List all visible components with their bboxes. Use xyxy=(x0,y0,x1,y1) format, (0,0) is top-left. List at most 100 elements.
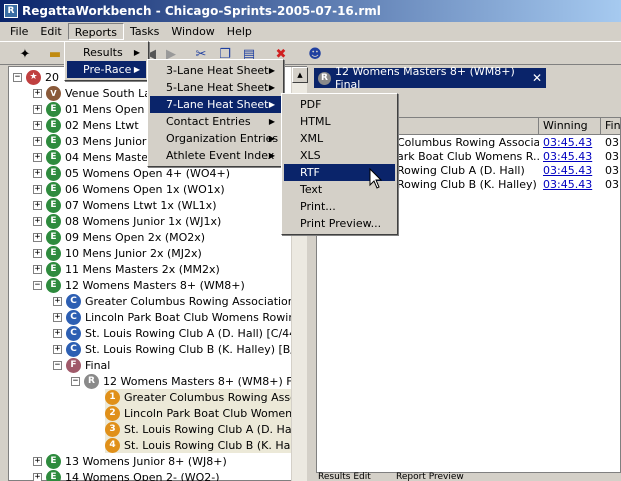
scroll-up-icon[interactable]: ▲ xyxy=(292,67,308,83)
menu-item-xls[interactable]: XLS xyxy=(284,147,395,164)
menu-item-contact-entries[interactable]: Contact Entries ▶ xyxy=(150,113,281,130)
expand-icon[interactable]: + xyxy=(53,296,62,306)
expand-icon[interactable]: + xyxy=(33,120,42,130)
grid-cell-winning-time[interactable]: 03:45.43 xyxy=(539,178,601,192)
grid-cell-finish-time[interactable]: 03: xyxy=(601,178,620,192)
tree-crew[interactable]: + C St. Louis Rowing Club A (D. Hall) [C… xyxy=(53,325,291,341)
expand-icon[interactable]: + xyxy=(33,216,42,226)
menu-help[interactable]: Help xyxy=(221,23,258,40)
tree-event[interactable]: + E 08 Womens Junior 1x (WJ1x) xyxy=(33,213,221,229)
tree-placing[interactable]: 4 St. Louis Rowing Club B (K. Halley) xyxy=(105,437,291,453)
collapse-icon[interactable]: − xyxy=(13,72,22,82)
expand-icon[interactable]: + xyxy=(33,152,42,162)
tree-placing[interactable]: 1 Greater Columbus Rowing Associatio xyxy=(105,389,291,405)
grid-cell-winning-time[interactable]: 03:45.43 xyxy=(539,164,601,178)
menu-item-3-lane-heat-sheet[interactable]: 3-Lane Heat Sheet ▶ xyxy=(150,62,281,79)
expand-icon[interactable]: + xyxy=(33,136,42,146)
tree-race[interactable]: − R 12 Womens Masters 8+ (WM8+) Final xyxy=(71,373,291,389)
event-icon: E xyxy=(46,197,61,213)
tree-root[interactable]: − ★ 20 xyxy=(13,69,59,85)
grid-cell-winning-time[interactable]: 03:45.43 xyxy=(539,150,601,164)
collapse-icon[interactable]: − xyxy=(33,280,42,290)
expand-icon[interactable]: + xyxy=(53,328,62,338)
grid-cell-crew[interactable]: Rowing Club B (K. Halley) xyxy=(393,178,539,192)
expand-icon[interactable]: + xyxy=(33,104,42,114)
expand-icon[interactable]: + xyxy=(33,472,42,481)
tree-event[interactable]: + E 11 Mens Masters 2x (MM2x) xyxy=(33,261,220,277)
race-document-tab[interactable]: R 12 Womens Masters 8+ (WM8+) Final ✕ xyxy=(314,65,546,91)
event-icon: E xyxy=(46,213,61,229)
menu-item-pdf[interactable]: PDF xyxy=(284,96,395,113)
expand-icon[interactable]: + xyxy=(33,264,42,274)
tree-event[interactable]: − E 12 Womens Masters 8+ (WM8+) xyxy=(33,277,245,293)
place-icon: 4 xyxy=(105,437,120,453)
tree-event[interactable]: + E 02 Mens Ltwt xyxy=(33,117,139,133)
user-icon[interactable]: ☻ xyxy=(306,45,324,63)
expand-icon[interactable]: + xyxy=(33,248,42,258)
tree-event[interactable]: + E 10 Mens Junior 2x (MJ2x) xyxy=(33,245,202,261)
menu-item-html[interactable]: HTML xyxy=(284,113,395,130)
tree-event[interactable]: + E 14 Womens Open 2- (WO2-) xyxy=(33,469,220,481)
menu-item-print[interactable]: Print... xyxy=(284,198,395,215)
tab-report-preview[interactable]: Report Preview xyxy=(396,473,464,481)
open-folder-icon[interactable]: ▬ xyxy=(46,45,64,63)
expand-icon[interactable]: + xyxy=(53,344,62,354)
column-header-finish[interactable]: Fini xyxy=(601,118,620,135)
menu-item-7-lane-heat-sheet[interactable]: 7-Lane Heat Sheet ▶ xyxy=(150,96,281,113)
venue-icon: V xyxy=(46,85,61,101)
tree-event[interactable]: + E 09 Mens Open 2x (MO2x) xyxy=(33,229,205,245)
tree-event[interactable]: + E 06 Womens Open 1x (WO1x) xyxy=(33,181,225,197)
menu-item-print-preview[interactable]: Print Preview... xyxy=(284,215,395,232)
race-icon: R xyxy=(84,373,99,389)
tab-results-edit[interactable]: Results Edit xyxy=(318,473,371,481)
menu-item-5-lane-heat-sheet[interactable]: 5-Lane Heat Sheet ▶ xyxy=(150,79,281,96)
expand-icon[interactable]: + xyxy=(33,456,42,466)
tree-event[interactable]: + E 04 Mens Maste xyxy=(33,149,148,165)
menu-reports[interactable]: Reports xyxy=(67,23,124,40)
menu-item-organization-entries[interactable]: Organization Entries ▶ xyxy=(150,130,281,147)
tree-event[interactable]: + E 13 Womens Junior 8+ (WJ8+) xyxy=(33,453,227,469)
expand-icon[interactable]: + xyxy=(33,168,42,178)
event-icon: E xyxy=(46,277,61,293)
tree-crew[interactable]: + C St. Louis Rowing Club B (K. Halley) … xyxy=(53,341,291,357)
menu-item-athlete-event-index[interactable]: Athlete Event Index ▶ xyxy=(150,147,281,164)
menu-tasks[interactable]: Tasks xyxy=(124,23,165,40)
tree-venue[interactable]: + V Venue South La xyxy=(33,85,151,101)
close-tab-icon[interactable]: ✕ xyxy=(532,71,542,85)
collapse-icon[interactable]: − xyxy=(71,376,80,386)
menu-item-results[interactable]: Results ▶ xyxy=(67,44,146,61)
grid-cell-winning-time[interactable]: 03:45.43 xyxy=(539,136,601,150)
column-header-winning[interactable]: Winning xyxy=(539,118,601,135)
place-icon: 3 xyxy=(105,421,120,437)
expand-icon[interactable]: + xyxy=(33,200,42,210)
menu-item-xml[interactable]: XML xyxy=(284,130,395,147)
event-icon: E xyxy=(46,261,61,277)
menu-edit[interactable]: Edit xyxy=(34,23,67,40)
tree-placing[interactable]: 2 Lincoln Park Boat Club Womens Row xyxy=(105,405,291,421)
expand-icon[interactable]: + xyxy=(33,232,42,242)
grid-cell-crew[interactable]: Rowing Club A (D. Hall) xyxy=(393,164,539,178)
menu-file[interactable]: File xyxy=(4,23,34,40)
tree-crew[interactable]: + C Lincoln Park Boat Club Womens Rowing… xyxy=(53,309,291,325)
new-document-icon[interactable]: ✦ xyxy=(16,45,34,63)
expand-icon[interactable]: + xyxy=(33,184,42,194)
tree-event[interactable]: + E 05 Womens Open 4+ (WO4+) xyxy=(33,165,230,181)
tree-placing[interactable]: 3 St. Louis Rowing Club A (D. Hall) [C xyxy=(105,421,291,437)
grid-cell-finish-time[interactable]: 03: xyxy=(601,164,620,178)
app-icon: R xyxy=(4,4,18,18)
grid-cell-finish-time[interactable]: 03: xyxy=(601,136,620,150)
tree-event[interactable]: + E 07 Womens Ltwt 1x (WL1x) xyxy=(33,197,217,213)
final-icon: F xyxy=(66,357,81,373)
expand-icon[interactable]: + xyxy=(53,312,62,322)
tree-event[interactable]: + E 01 Mens Open xyxy=(33,101,144,117)
tree-event[interactable]: + E 03 Mens Junior xyxy=(33,133,146,149)
tree-crew[interactable]: + C Greater Columbus Rowing Association … xyxy=(53,293,291,309)
grid-cell-finish-time[interactable]: 03: xyxy=(601,150,620,164)
grid-cell-crew[interactable]: Columbus Rowing Associa... xyxy=(393,136,539,150)
menu-window[interactable]: Window xyxy=(165,23,220,40)
menu-item-pre-race[interactable]: Pre-Race ▶ xyxy=(67,61,146,78)
collapse-icon[interactable]: − xyxy=(53,360,62,370)
expand-icon[interactable]: + xyxy=(33,88,42,98)
grid-cell-crew[interactable]: ark Boat Club Womens R... xyxy=(393,150,539,164)
tree-final[interactable]: − F Final xyxy=(53,357,110,373)
